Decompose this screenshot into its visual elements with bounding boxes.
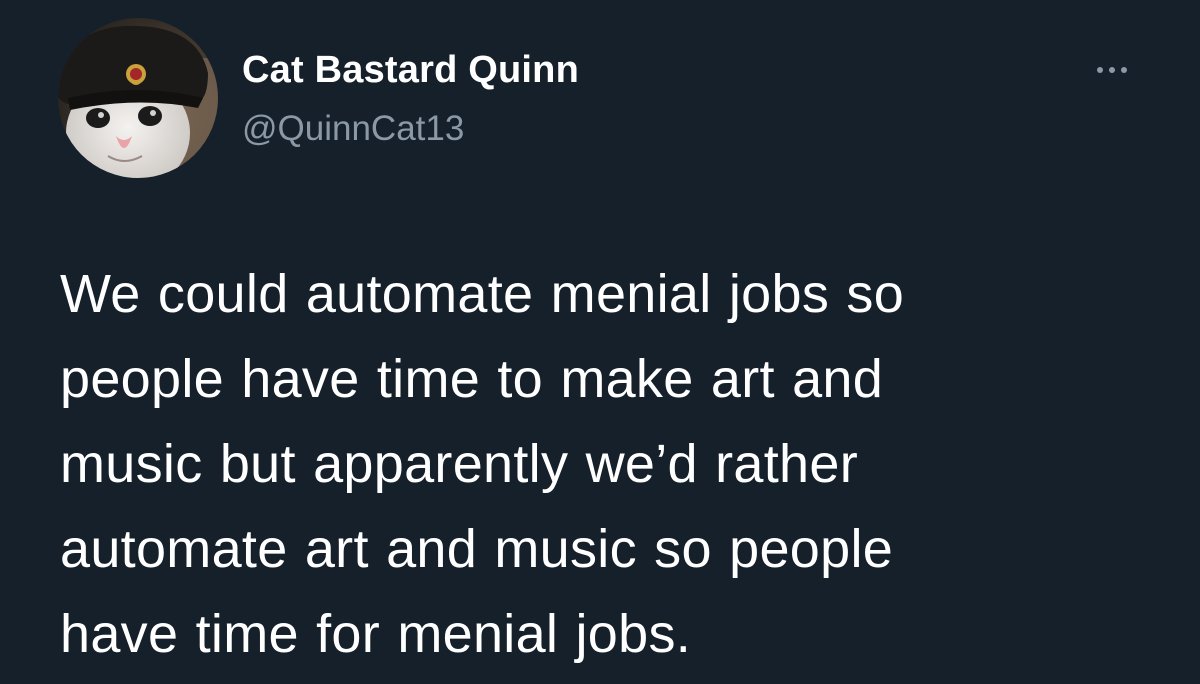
tweet-text-line: automate art and music so people	[60, 519, 894, 579]
author-display-name[interactable]: Cat Bastard Quinn	[242, 48, 579, 92]
author-handle[interactable]: @QuinnCat13	[242, 108, 464, 150]
tweet-text: We could automate menial jobs so people …	[60, 252, 1180, 677]
tweet-card: Cat Bastard Quinn @QuinnCat13 We could a…	[0, 0, 1200, 684]
tweet-text-line: have time for menial jobs.	[60, 604, 692, 664]
avatar[interactable]	[58, 18, 218, 178]
tweet-text-line: We could automate menial jobs so	[60, 264, 905, 324]
more-horizontal-icon	[1109, 67, 1115, 73]
tweet-text-line: music but apparently we’d rather	[60, 434, 858, 494]
tweet-text-line: people have time to make art and	[60, 349, 884, 409]
more-horizontal-icon	[1121, 67, 1127, 73]
more-options-button[interactable]	[1086, 56, 1138, 84]
more-horizontal-icon	[1097, 67, 1103, 73]
avatar-image	[58, 18, 218, 178]
